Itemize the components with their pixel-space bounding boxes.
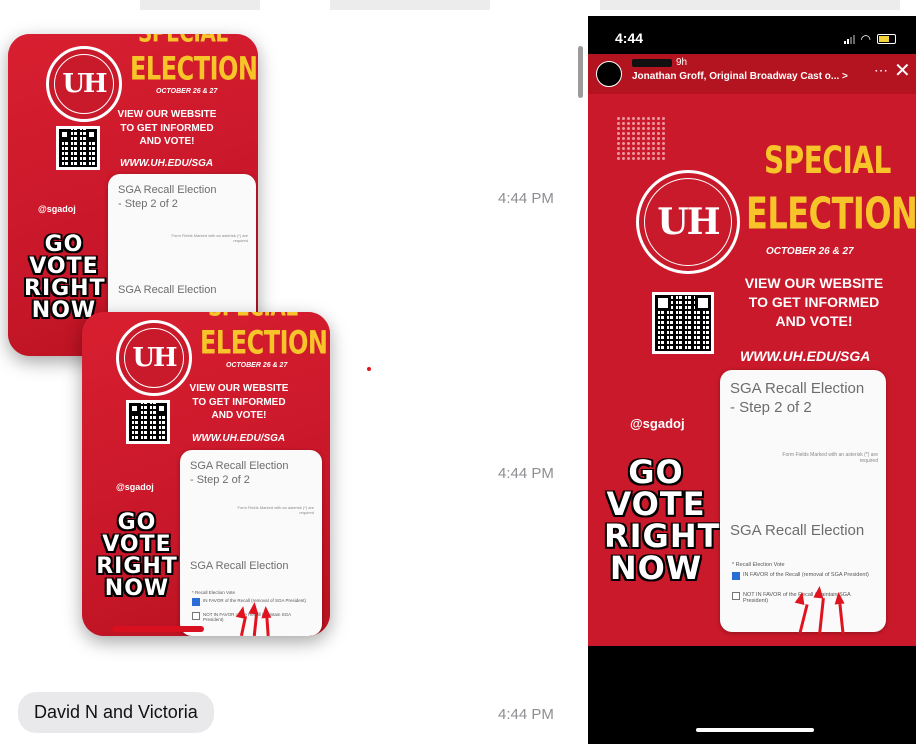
redacted-username bbox=[632, 59, 672, 67]
headline-election: ELECTION bbox=[130, 50, 258, 88]
info-text: VIEW OUR WEBSITE TO GET INFORMED AND VOT… bbox=[189, 383, 289, 421]
uh-sga-seal: UH bbox=[116, 320, 192, 396]
go-vote-text: GO VOTE RIGHT NOW bbox=[24, 232, 106, 323]
red-arrow-icon bbox=[260, 605, 272, 619]
message-timestamp: 4:44 PM bbox=[498, 190, 554, 207]
website-url: WWW.UH.EDU/SGA bbox=[740, 348, 871, 364]
message-timestamp: 4:44 PM bbox=[498, 465, 554, 482]
qr-code-icon bbox=[126, 400, 170, 444]
instagram-story-screenshot: 4:44 ◠ 9h Jonathan Groff, Original Broad… bbox=[588, 16, 916, 744]
avatar[interactable] bbox=[596, 61, 622, 87]
background-ghost bbox=[600, 0, 900, 10]
election-poster: UH SPECIAL ELECTION OCTOBER 26 & 27 VIEW… bbox=[8, 34, 258, 356]
red-arrow-icon bbox=[833, 591, 845, 605]
more-icon[interactable]: ⋯ bbox=[874, 62, 888, 79]
headline-special: SPECIAL bbox=[764, 138, 891, 183]
go-vote-text: GO VOTE RIGHT NOW bbox=[604, 453, 721, 587]
option-in-favor: IN FAVOR of the Recall (removal of SGA P… bbox=[732, 572, 872, 580]
signal-icon bbox=[843, 34, 855, 44]
info-text: VIEW OUR WEBSITE TO GET INFORMED AND VOT… bbox=[744, 275, 884, 329]
headline-election: ELECTION bbox=[746, 188, 916, 240]
go-vote-text: GO VOTE RIGHT NOW bbox=[96, 510, 178, 601]
battery-icon bbox=[877, 34, 896, 44]
background-ghost bbox=[140, 0, 260, 10]
red-arrow-icon bbox=[813, 585, 825, 599]
election-dates: OCTOBER 26 & 27 bbox=[156, 88, 218, 95]
checkbox-unchecked-icon bbox=[192, 612, 200, 620]
story-music[interactable]: Jonathan Groff, Original Broadway Cast o… bbox=[632, 71, 848, 82]
close-icon[interactable]: ✕ bbox=[894, 58, 911, 83]
scrollbar[interactable] bbox=[578, 46, 583, 98]
checkbox-unchecked-icon bbox=[732, 592, 740, 600]
red-dot bbox=[367, 367, 371, 371]
website-url: WWW.UH.EDU/SGA bbox=[192, 433, 286, 444]
story-header: 9h Jonathan Groff, Original Broadway Cas… bbox=[588, 54, 916, 94]
uh-sga-seal: UH bbox=[636, 170, 740, 274]
story-age: 9h bbox=[676, 57, 688, 68]
home-indicator[interactable] bbox=[696, 728, 814, 732]
image-message-1[interactable]: UH SPECIAL ELECTION OCTOBER 26 & 27 VIEW… bbox=[8, 34, 258, 356]
message-timestamp: 4:44 PM bbox=[498, 706, 554, 723]
instagram-handle: @sgadoj bbox=[116, 482, 154, 492]
red-arrow-icon bbox=[248, 601, 260, 615]
status-icons: ◠ bbox=[843, 32, 896, 46]
qr-code-icon bbox=[652, 292, 714, 354]
qr-code-icon bbox=[56, 126, 100, 170]
instagram-handle: @sgadoj bbox=[630, 416, 685, 431]
election-poster: UH SPECIAL ELECTION OCTOBER 26 & 27 VIEW… bbox=[82, 312, 330, 636]
info-text: VIEW OUR WEBSITE TO GET INFORMED AND VOT… bbox=[117, 109, 217, 147]
halftone-dots bbox=[616, 116, 666, 160]
red-scribble-mark bbox=[112, 626, 204, 632]
election-dates: OCTOBER 26 & 27 bbox=[766, 246, 854, 257]
checkbox-checked-icon bbox=[732, 572, 740, 580]
image-message-2[interactable]: UH SPECIAL ELECTION OCTOBER 26 & 27 VIEW… bbox=[82, 312, 330, 636]
wifi-icon: ◠ bbox=[860, 32, 871, 46]
headline-special: SPECIAL bbox=[208, 312, 298, 322]
received-message-bubble[interactable]: David N and Victoria bbox=[18, 692, 214, 733]
headline-special: SPECIAL bbox=[138, 34, 228, 48]
instagram-handle: @sgadoj bbox=[38, 204, 76, 214]
checkbox-checked-icon bbox=[192, 598, 200, 606]
election-poster-large: UH SPECIAL ELECTION OCTOBER 26 & 27 VIEW… bbox=[588, 94, 916, 646]
status-time: 4:44 bbox=[615, 30, 644, 46]
website-url: WWW.UH.EDU/SGA bbox=[120, 158, 214, 169]
headline-election: ELECTION bbox=[200, 324, 328, 362]
background-ghost bbox=[330, 0, 490, 10]
election-dates: OCTOBER 26 & 27 bbox=[226, 362, 288, 369]
